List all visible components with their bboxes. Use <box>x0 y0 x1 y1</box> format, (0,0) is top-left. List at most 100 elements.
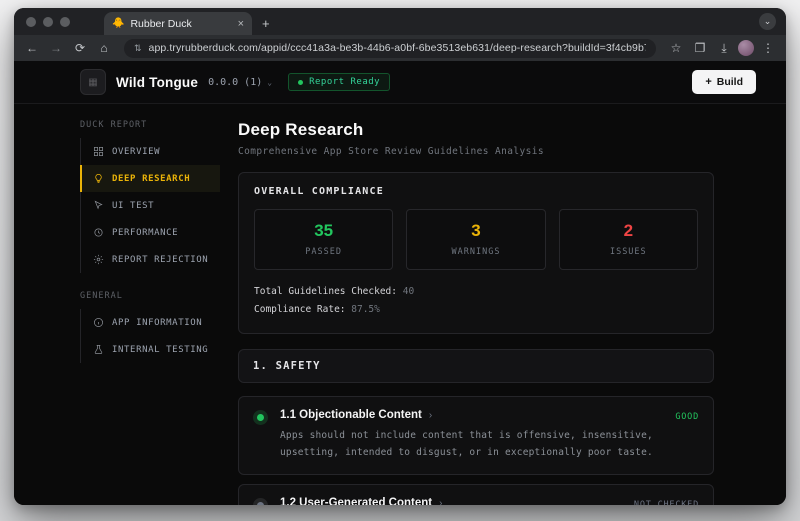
sidebar-item-label: APP INFORMATION <box>112 318 202 328</box>
sidebar-item-label: INTERNAL TESTING <box>112 345 208 355</box>
status-neutral-icon <box>253 498 268 505</box>
flask-icon <box>93 344 104 355</box>
sidebar-item-label: PERFORMANCE <box>112 228 178 238</box>
browser-tab[interactable]: 🐥 Rubber Duck × <box>104 12 252 35</box>
forward-icon[interactable]: → <box>46 41 66 55</box>
window-controls <box>14 8 80 35</box>
page-title: Deep Research <box>238 120 714 140</box>
status-good-icon <box>253 410 268 425</box>
stat-warnings: 3 WARNINGS <box>406 209 545 270</box>
sidebar-section-duck-report: DUCK REPORT <box>80 120 220 130</box>
tab-search-chevron-icon[interactable]: ⌄ <box>759 13 776 30</box>
stat-warnings-label: WARNINGS <box>407 247 544 257</box>
total-guidelines-label: Total Guidelines Checked: <box>254 286 397 297</box>
sidebar-item-report-rejection[interactable]: REPORT REJECTION <box>80 246 220 273</box>
sidebar-item-internal-testing[interactable]: INTERNAL TESTING <box>80 336 220 363</box>
home-icon[interactable]: ⌂ <box>94 41 114 55</box>
build-button[interactable]: + Build <box>692 70 756 94</box>
tab-close-icon[interactable]: × <box>238 18 244 30</box>
grid-icon <box>93 146 104 157</box>
plus-icon: + <box>705 76 711 88</box>
gear-icon <box>93 254 104 265</box>
stat-issues-label: ISSUES <box>560 247 697 257</box>
compliance-stats: 35 PASSED 3 WARNINGS 2 ISSUES <box>254 209 698 270</box>
sidebar-item-performance[interactable]: PERFORMANCE <box>80 219 220 246</box>
site-settings-icon[interactable]: ⇅ <box>134 43 142 54</box>
section-title: 1. SAFETY <box>253 360 699 372</box>
maximize-window-button[interactable] <box>60 17 70 27</box>
build-button-label: Build <box>717 76 743 88</box>
stat-passed-value: 35 <box>255 221 392 241</box>
info-icon <box>93 317 104 328</box>
compliance-card-title: OVERALL COMPLIANCE <box>254 186 698 197</box>
sidebar-section-general: GENERAL <box>80 291 220 301</box>
main-content: Deep Research Comprehensive App Store Re… <box>220 104 786 505</box>
url-text: app.tryrubberduck.com/appid/ccc41a3a-be3… <box>149 42 646 54</box>
stat-passed: 35 PASSED <box>254 209 393 270</box>
guideline-title[interactable]: 1.2 User-Generated Content <box>280 497 432 505</box>
close-window-button[interactable] <box>26 17 36 27</box>
guideline-title[interactable]: 1.1 Objectionable Content <box>280 409 422 421</box>
tab-title: Rubber Duck <box>130 18 231 30</box>
sidebar-item-label: REPORT REJECTION <box>112 255 208 265</box>
total-guidelines-row: Total Guidelines Checked: 40 <box>254 283 698 301</box>
tab-strip: 🐥 Rubber Duck × + ⌄ <box>14 8 786 35</box>
status-dot-icon <box>298 80 303 85</box>
guideline-card-1-2: 1.2 User-Generated Content › Apps with u… <box>238 484 714 505</box>
profile-avatar[interactable] <box>738 40 754 56</box>
minimize-window-button[interactable] <box>43 17 53 27</box>
total-guidelines-value: 40 <box>403 286 414 297</box>
clock-icon <box>93 227 104 238</box>
app-icon: ▦ <box>80 69 106 95</box>
guideline-description: Apps should not include content that is … <box>280 428 663 461</box>
duck-favicon-icon: 🐥 <box>112 19 124 29</box>
stat-issues-value: 2 <box>560 221 697 241</box>
new-tab-button[interactable]: + <box>262 16 270 31</box>
sidebar-item-label: UI TEST <box>112 201 154 211</box>
back-icon[interactable]: ← <box>22 41 42 55</box>
sidebar-item-deep-research[interactable]: DEEP RESEARCH <box>80 165 220 192</box>
report-ready-badge: Report Ready <box>288 73 390 91</box>
chevron-right-icon[interactable]: › <box>429 410 432 421</box>
page-subtitle: Comprehensive App Store Review Guideline… <box>238 146 714 157</box>
chevron-right-icon[interactable]: › <box>439 498 442 505</box>
compliance-totals: Total Guidelines Checked: 40 Compliance … <box>254 283 698 319</box>
app-body: DUCK REPORT OVERVIEW DEEP RESEARCH UI TE… <box>14 104 786 505</box>
sidebar-item-label: DEEP RESEARCH <box>112 174 190 184</box>
version-selector[interactable]: 0.0.0 (1) ⌄ <box>208 77 272 88</box>
reload-icon[interactable]: ⟳ <box>70 41 90 55</box>
stat-passed-label: PASSED <box>255 247 392 257</box>
download-icon[interactable]: ⤓ <box>714 41 734 56</box>
sidebar-item-overview[interactable]: OVERVIEW <box>80 138 220 165</box>
guideline-card-1-1: 1.1 Objectionable Content › Apps should … <box>238 396 714 475</box>
guideline-status: GOOD <box>675 412 699 461</box>
compliance-rate-value: 87.5% <box>351 304 380 315</box>
version-label: 0.0.0 (1) <box>208 77 262 88</box>
stat-warnings-value: 3 <box>407 221 544 241</box>
compliance-rate-label: Compliance Rate: <box>254 304 346 315</box>
sidebar-nav-general: APP INFORMATION INTERNAL TESTING <box>80 309 220 363</box>
url-bar[interactable]: ⇅ app.tryrubberduck.com/appid/ccc41a3a-b… <box>124 39 656 58</box>
app-name: Wild Tongue <box>116 75 198 90</box>
sidebar-item-label: OVERVIEW <box>112 147 160 157</box>
stat-issues: 2 ISSUES <box>559 209 698 270</box>
chevron-down-icon: ⌄ <box>267 78 272 87</box>
bookmark-star-icon[interactable]: ☆ <box>666 41 686 55</box>
sidebar-nav-duck-report: OVERVIEW DEEP RESEARCH UI TEST PERFORMAN… <box>80 138 220 273</box>
guideline-status: NOT CHECKED <box>634 500 699 505</box>
browser-toolbar: ← → ⟳ ⌂ ⇅ app.tryrubberduck.com/appid/cc… <box>14 35 786 61</box>
badge-label: Report Ready <box>309 77 380 87</box>
bulb-icon <box>93 173 104 184</box>
guideline-list: 1.1 Objectionable Content › Apps should … <box>238 396 714 505</box>
sidebar-item-ui-test[interactable]: UI TEST <box>80 192 220 219</box>
menu-dots-icon[interactable]: ⋮ <box>758 41 778 55</box>
browser-window: 🐥 Rubber Duck × + ⌄ ← → ⟳ ⌂ ⇅ app.tryrub… <box>14 8 786 505</box>
app-header: ▦ Wild Tongue 0.0.0 (1) ⌄ Report Ready +… <box>14 61 786 104</box>
side-panel-icon[interactable]: ❐ <box>690 41 710 55</box>
sidebar-item-app-information[interactable]: APP INFORMATION <box>80 309 220 336</box>
sidebar: DUCK REPORT OVERVIEW DEEP RESEARCH UI TE… <box>14 104 220 505</box>
overall-compliance-card: OVERALL COMPLIANCE 35 PASSED 3 WARNINGS … <box>238 172 714 334</box>
compliance-rate-row: Compliance Rate: 87.5% <box>254 301 698 319</box>
section-header-safety: 1. SAFETY <box>238 349 714 383</box>
cursor-icon <box>93 200 104 211</box>
